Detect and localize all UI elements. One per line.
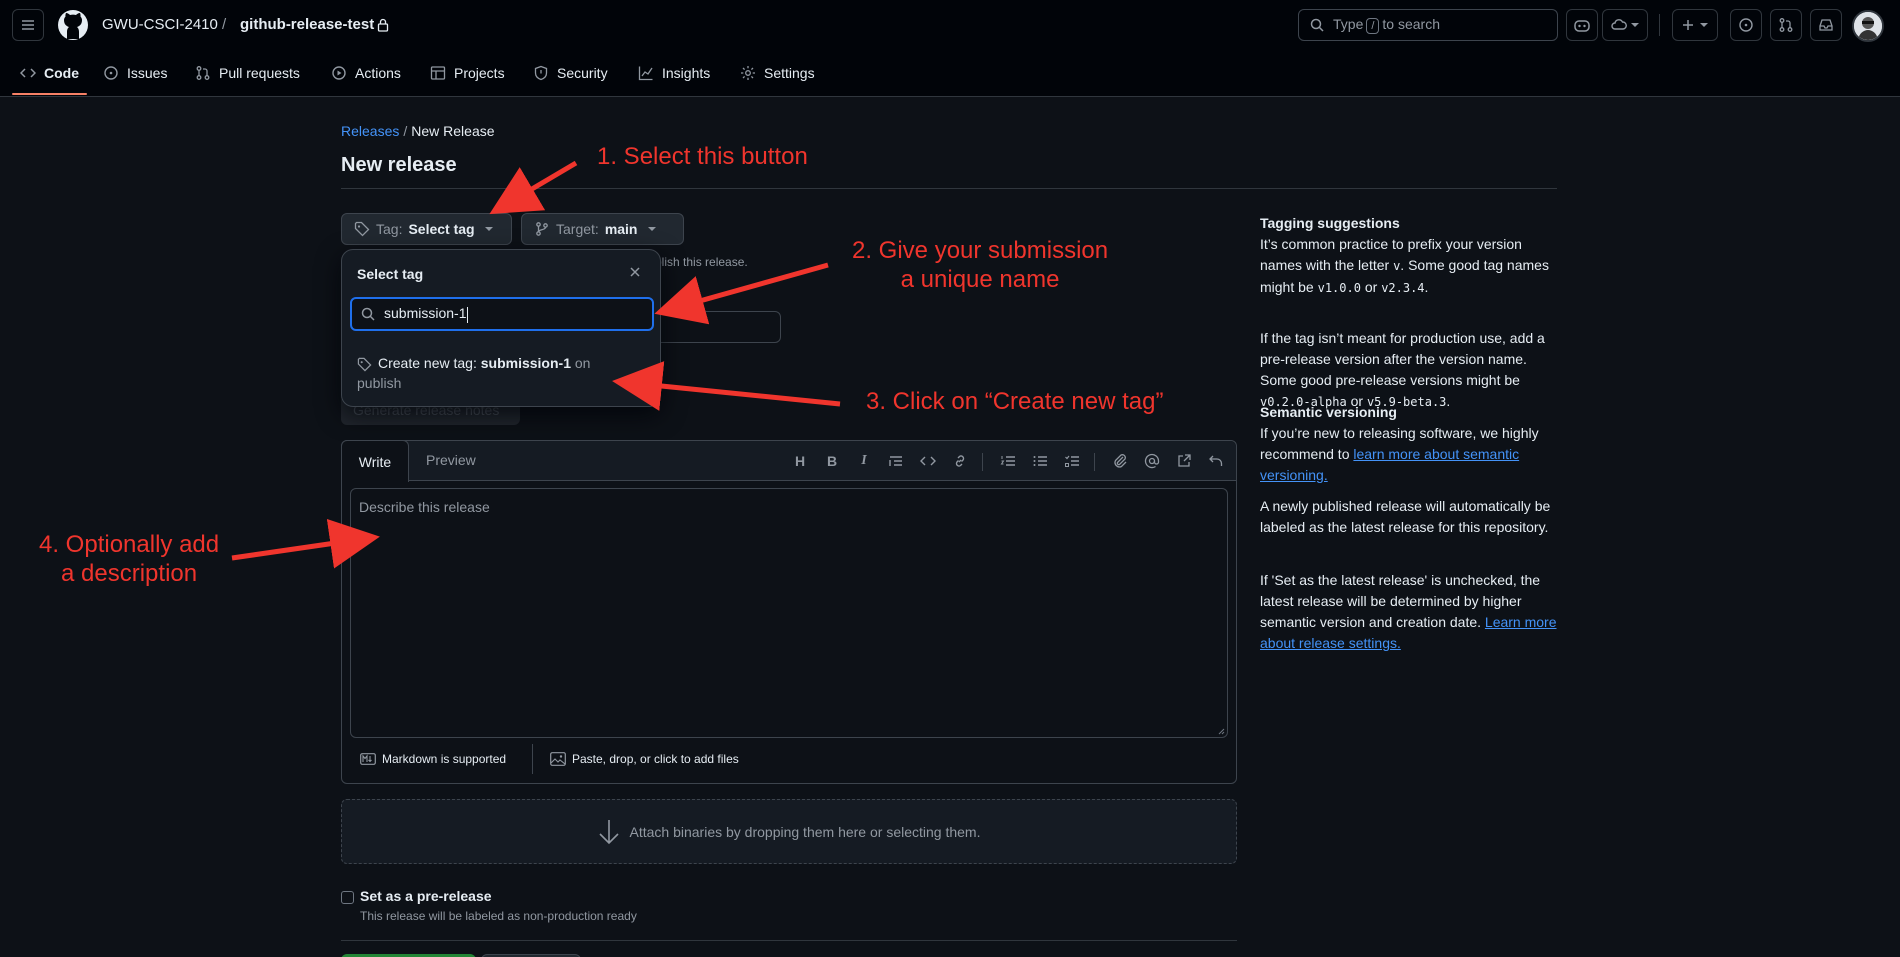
arrow-step-4 [231, 518, 380, 569]
annotation-step-1: 1. Select this button [597, 143, 808, 170]
arrow-step-3 [612, 361, 841, 411]
annotation-step-2: 2. Give your submission a unique name [852, 237, 1109, 293]
arrow-step-2 [654, 262, 829, 325]
arrow-step-1 [489, 160, 578, 215]
annotation-arrows [231, 160, 841, 569]
annotation-step-4: 4. Optionally add a description [39, 531, 220, 587]
annotation-step-3: 3. Click on “Create new tag” [866, 388, 1164, 415]
